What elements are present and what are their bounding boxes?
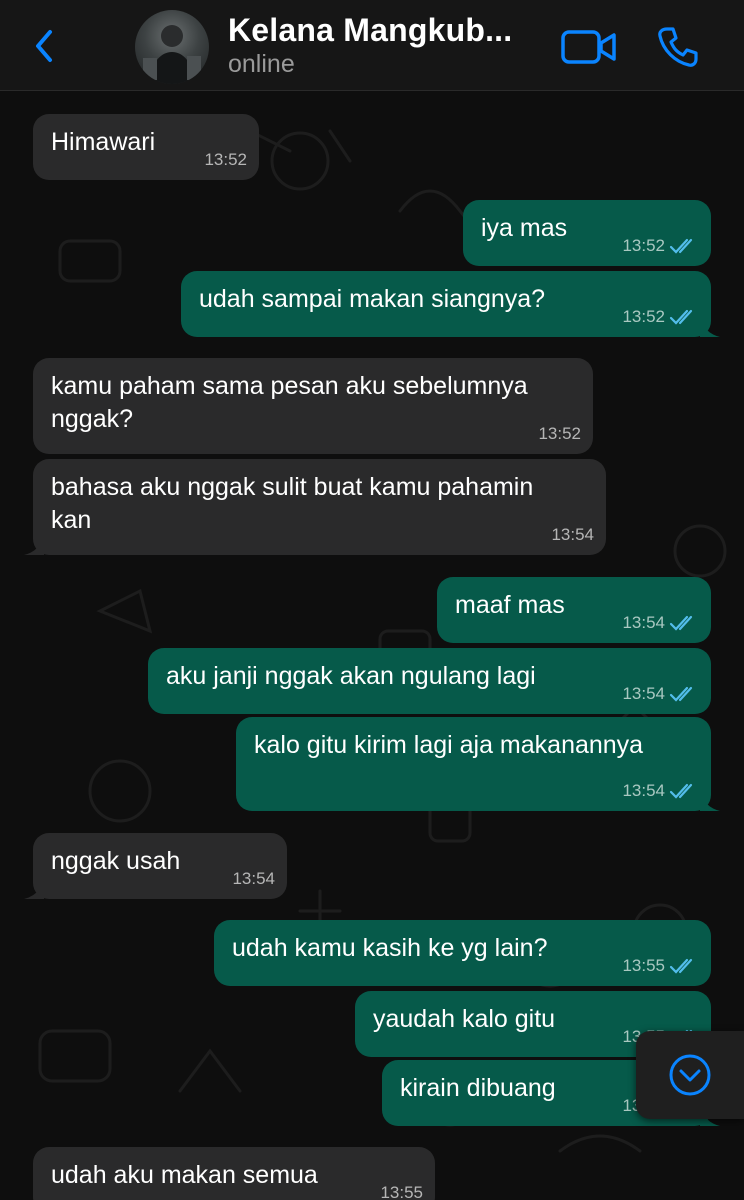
- double-check-icon: [669, 309, 693, 325]
- message-meta: 13:52: [204, 150, 247, 170]
- message-meta: 13:54: [232, 869, 275, 889]
- avatar[interactable]: [135, 10, 209, 84]
- bubble-tail: [700, 317, 720, 337]
- voice-call-button[interactable]: [655, 24, 701, 70]
- double-check-icon: [669, 238, 693, 254]
- message-time: 13:54: [551, 525, 594, 544]
- phone-icon: [658, 27, 698, 67]
- chat-header: Kelana Mangkub... online: [0, 0, 744, 91]
- double-check-icon: [669, 686, 693, 702]
- message-text: kamu paham sama pesan aku sebelumnya ngg…: [51, 372, 528, 433]
- scroll-to-bottom-button[interactable]: [636, 1031, 744, 1119]
- message-time: 13:52: [538, 424, 581, 443]
- message-meta: 13:52: [622, 236, 699, 256]
- message-time: 13:55: [622, 956, 665, 975]
- message-text: udah sampai makan siangnya?: [199, 285, 546, 313]
- message-time: 13:55: [380, 1183, 423, 1200]
- message-time: 13:54: [622, 781, 665, 800]
- message-bubble-outgoing[interactable]: aku janji nggak akan ngulang lagi 13:54: [148, 648, 711, 714]
- double-check-icon: [669, 958, 693, 974]
- message-text: bahasa aku nggak sulit buat kamu pahamin…: [51, 473, 534, 534]
- message-time: 13:54: [622, 613, 665, 632]
- contact-status: online: [228, 50, 295, 78]
- message-text: nggak usah: [51, 847, 181, 875]
- message-text: Himawari: [51, 128, 156, 156]
- message-meta: 13:52: [538, 424, 581, 444]
- message-meta: 13:55: [622, 956, 699, 976]
- bubble-tail: [24, 879, 44, 899]
- message-bubble-outgoing[interactable]: iya mas 13:52: [463, 200, 711, 266]
- message-time: 13:54: [232, 869, 275, 888]
- avatar-photo: [143, 25, 201, 84]
- message-list[interactable]: Himawari 13:52 iya mas 13:52 udah sampai…: [0, 91, 744, 1200]
- message-time: 13:54: [622, 684, 665, 703]
- message-text: iya mas: [481, 214, 568, 242]
- message-meta: 13:54: [622, 613, 699, 633]
- double-check-icon: [669, 615, 693, 631]
- message-meta: 13:55: [380, 1183, 423, 1200]
- chevron-down-circle-icon: [669, 1054, 711, 1096]
- bubble-tail: [700, 791, 720, 811]
- contact-name[interactable]: Kelana Mangkub...: [228, 12, 512, 49]
- message-meta: 13:54: [622, 684, 699, 704]
- message-text: maaf mas: [455, 591, 565, 619]
- video-call-button[interactable]: [560, 28, 618, 66]
- message-meta: 13:54: [622, 781, 699, 801]
- message-bubble-outgoing[interactable]: udah sampai makan siangnya? 13:52: [181, 271, 720, 337]
- bubble-tail: [24, 535, 44, 555]
- chevron-left-icon: [36, 30, 52, 62]
- message-bubble-outgoing[interactable]: udah kamu kasih ke yg lain? 13:55: [214, 920, 711, 986]
- message-text: kalo gitu kirim lagi aja makanannya: [254, 731, 644, 759]
- video-camera-icon: [561, 30, 616, 64]
- message-text: udah kamu kasih ke yg lain?: [232, 934, 548, 962]
- message-time: 13:52: [622, 236, 665, 255]
- message-time: 13:52: [204, 150, 247, 169]
- message-bubble-outgoing[interactable]: maaf mas 13:54: [437, 577, 711, 643]
- message-bubble-incoming[interactable]: bahasa aku nggak sulit buat kamu pahamin…: [24, 459, 606, 555]
- message-bubble-incoming[interactable]: Himawari 13:52: [33, 114, 259, 180]
- back-button[interactable]: [26, 22, 66, 70]
- message-bubble-incoming[interactable]: udah aku makan semua 13:55: [33, 1147, 435, 1200]
- message-text: yaudah kalo gitu: [373, 1005, 556, 1033]
- message-bubble-incoming[interactable]: kamu paham sama pesan aku sebelumnya ngg…: [33, 358, 593, 454]
- message-meta: 13:54: [551, 525, 594, 545]
- message-time: 13:52: [622, 307, 665, 326]
- double-check-icon: [669, 783, 693, 799]
- message-text: kirain dibuang: [400, 1074, 556, 1102]
- message-text: udah aku makan semua: [51, 1161, 318, 1189]
- message-meta: 13:52: [622, 307, 699, 327]
- message-text: aku janji nggak akan ngulang lagi: [166, 662, 536, 690]
- message-bubble-outgoing[interactable]: kalo gitu kirim lagi aja makanannya 13:5…: [236, 717, 720, 811]
- message-bubble-incoming[interactable]: nggak usah 13:54: [24, 833, 287, 899]
